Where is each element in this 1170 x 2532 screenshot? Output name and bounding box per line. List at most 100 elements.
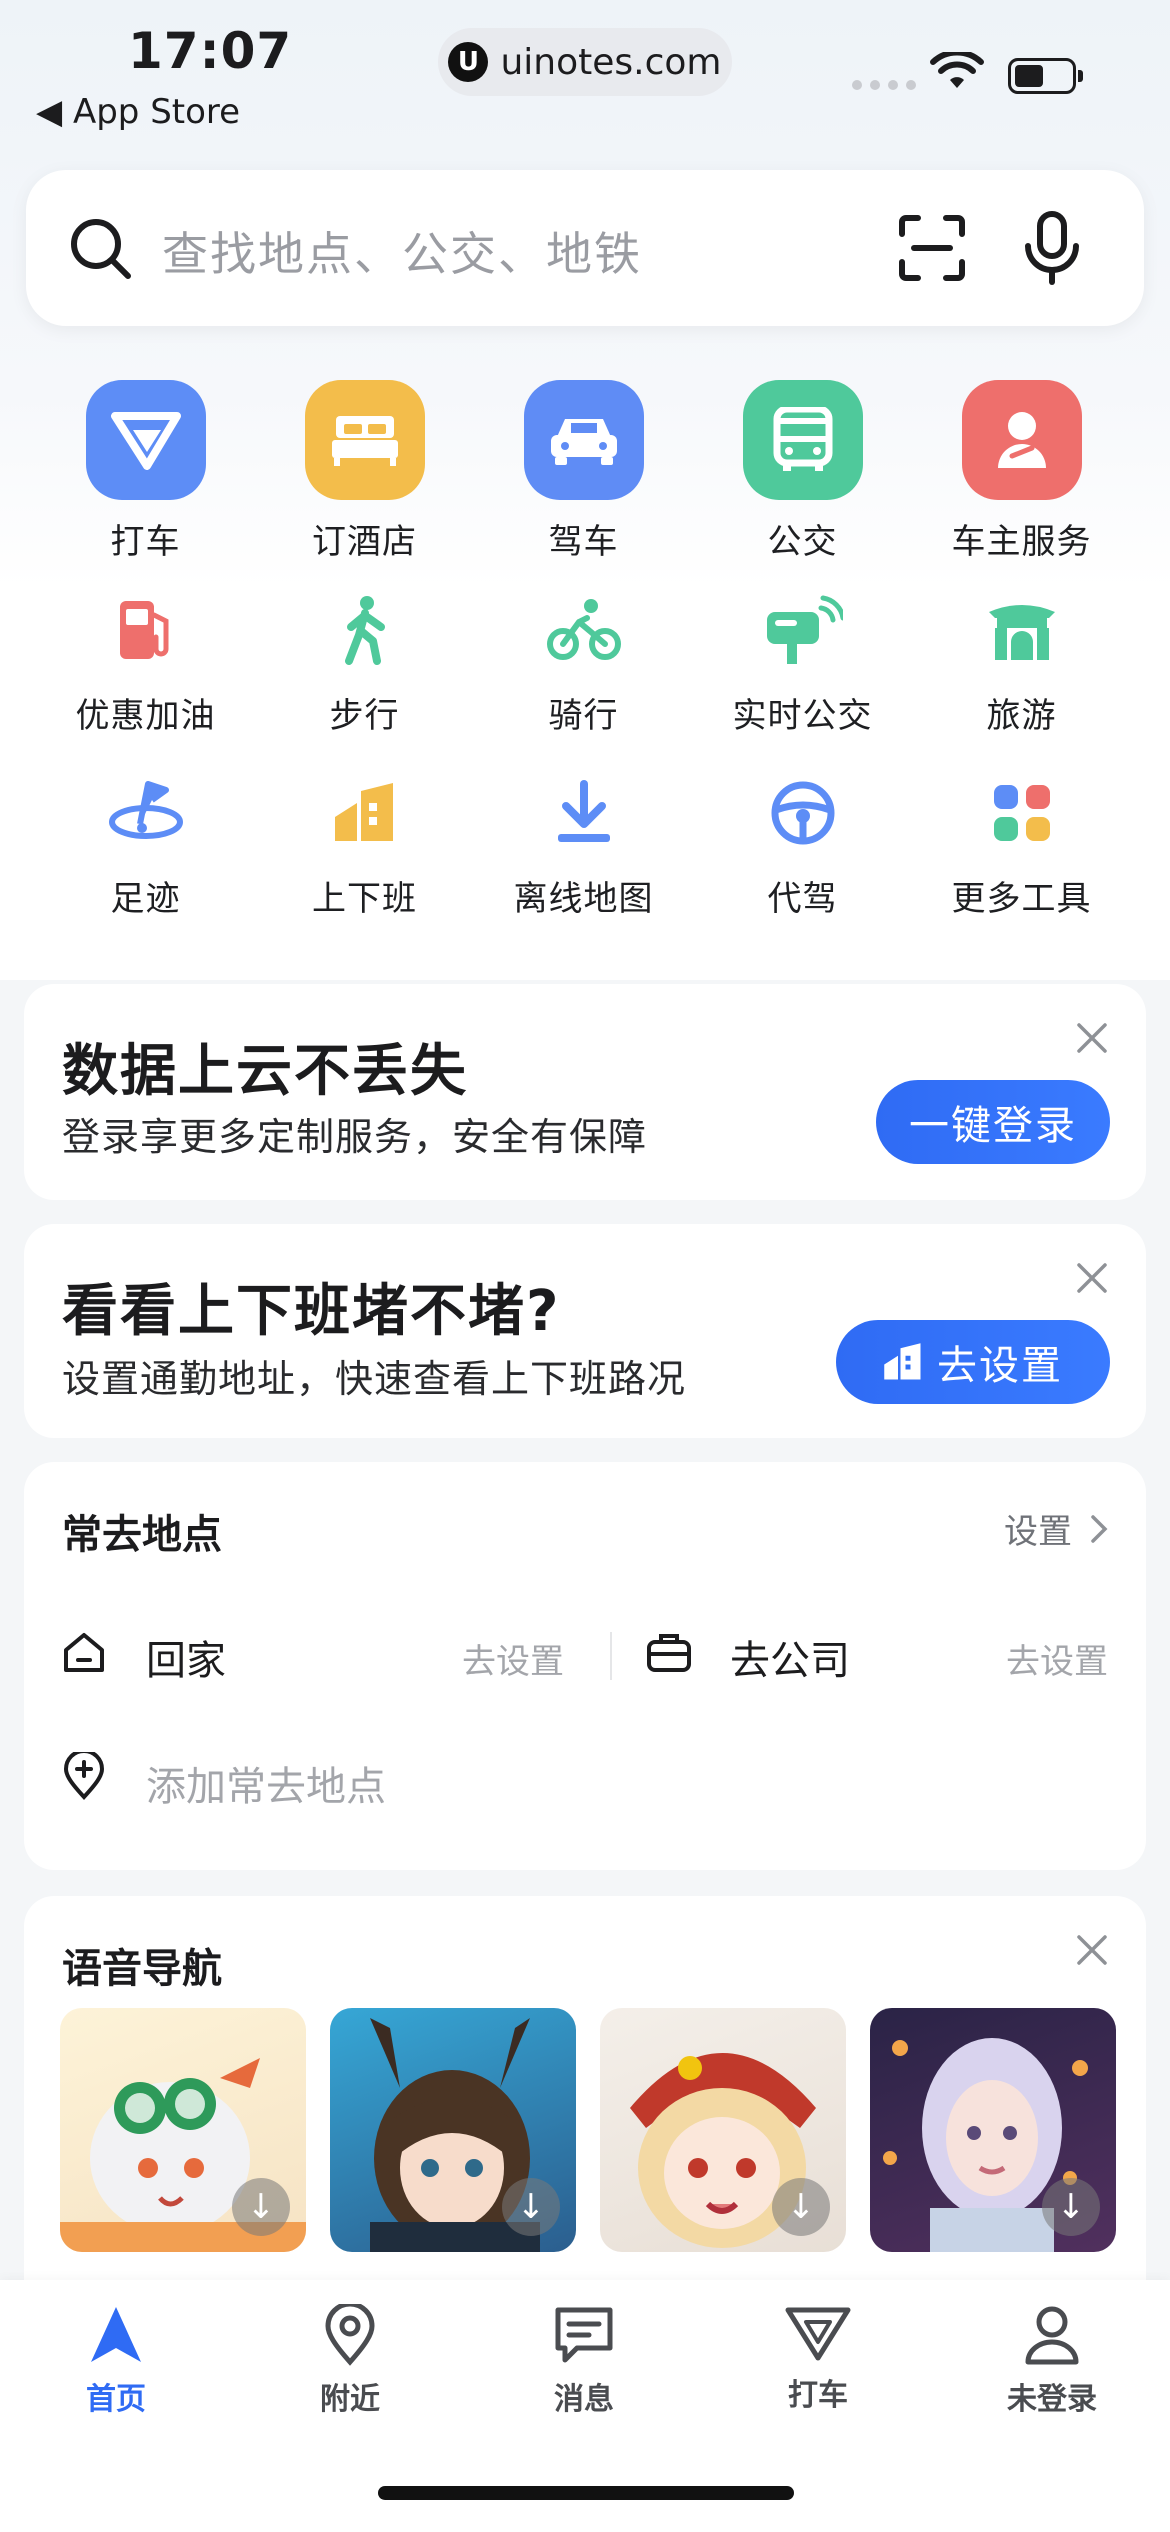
action-designated-driver[interactable]: 代驾 [693, 753, 912, 936]
download-icon[interactable]: ↓ [772, 2178, 830, 2236]
commute-card: 看看上下班堵不堵? 设置通勤地址，快速查看上下班路况 去设置 [24, 1224, 1146, 1438]
search-bar[interactable]: 查找地点、公交、地铁 [26, 170, 1144, 326]
more-tools-icon [982, 773, 1062, 853]
hotel-bed-icon [304, 380, 425, 500]
battery-icon [1008, 58, 1083, 94]
search-input[interactable]: 查找地点、公交、地铁 [162, 218, 642, 284]
card-title: 数据上云不丢失 [62, 1039, 468, 1104]
frequent-places-card: 常去地点 设置 回家 去设置 去公司 去设置 添加常去地点 [24, 1462, 1146, 1870]
user-icon [1025, 2306, 1079, 2365]
wifi-icon [930, 52, 984, 88]
home-work-row: 回家 去设置 去公司 去设置 [62, 1624, 1108, 1684]
voice-pack-list: ↓ ↓ ↓ ↓ [60, 2008, 1116, 2252]
settings-label: 设置 [1004, 1512, 1072, 1552]
microphone-icon[interactable] [1022, 210, 1082, 286]
tab-label: 首页 [86, 2382, 146, 2417]
one-click-login-button[interactable]: 一键登录 [876, 1080, 1110, 1164]
back-to-app[interactable]: ◀ App Store [36, 92, 240, 132]
footprint-flag-icon [106, 773, 186, 853]
cloud-login-card: 数据上云不丢失 登录享更多定制服务，安全有保障 一键登录 [24, 984, 1146, 1200]
card-subtitle: 登录享更多定制服务，安全有保障 [62, 1115, 648, 1159]
chevron-right-icon [1091, 1514, 1108, 1543]
walking-icon [325, 590, 405, 670]
steering-wheel-icon [763, 773, 843, 853]
taxi-icon [85, 380, 206, 500]
download-icon [544, 773, 624, 853]
home-set-link[interactable]: 去设置 [462, 1634, 564, 1683]
add-frequent-place[interactable]: 添加常去地点 [146, 1754, 386, 1812]
action-label: 车主服务 [951, 522, 1092, 562]
tab-label: 消息 [554, 2382, 614, 2417]
scan-icon[interactable] [896, 212, 968, 284]
fuel-pump-icon [106, 590, 186, 670]
action-label: 骑行 [548, 696, 619, 736]
action-cycle[interactable]: 骑行 [474, 570, 693, 753]
card-subtitle: 设置通勤地址，快速查看上下班路况 [62, 1357, 687, 1401]
tab-nearby[interactable]: 附近 [270, 2304, 430, 2418]
car-owner-icon [961, 380, 1082, 500]
action-label: 足迹 [110, 879, 181, 919]
action-fuel[interactable]: 优惠加油 [36, 570, 255, 753]
tab-messages[interactable]: 消息 [504, 2304, 664, 2418]
action-commute[interactable]: 上下班 [255, 753, 474, 936]
quick-actions-grid: 打车 订酒店 驾车 公交 车主服务 优惠加油 步行 骑行 实时公交 旅游 足迹 … [36, 380, 1136, 936]
close-icon[interactable] [1076, 1262, 1108, 1294]
travel-gate-icon [982, 590, 1062, 670]
bus-icon [742, 380, 863, 500]
voice-pack-thumbnail[interactable]: ↓ [60, 2008, 306, 2252]
action-taxi[interactable]: 打车 [36, 380, 255, 570]
download-icon[interactable]: ↓ [1042, 2178, 1100, 2236]
close-icon[interactable] [1076, 1022, 1108, 1054]
navigation-arrow-icon [91, 2307, 141, 2362]
action-offline-map[interactable]: 离线地图 [474, 753, 693, 936]
button-label: 去设置 [937, 1343, 1063, 1389]
tab-home[interactable]: 首页 [36, 2304, 196, 2418]
back-app-label: App Store [72, 92, 241, 132]
status-time: 17:07 [128, 22, 293, 80]
home-icon [64, 1633, 104, 1672]
realtime-bus-icon [763, 590, 843, 670]
action-label: 离线地图 [513, 879, 654, 919]
tab-profile[interactable]: 未登录 [972, 2304, 1132, 2418]
action-walk[interactable]: 步行 [255, 570, 474, 753]
add-location-icon [63, 1752, 105, 1800]
divider [610, 1632, 612, 1680]
work-set-link[interactable]: 去设置 [1006, 1634, 1108, 1683]
action-label: 驾车 [548, 522, 619, 562]
url-text: uinotes.com [500, 41, 722, 83]
voice-pack-thumbnail[interactable]: ↓ [600, 2008, 846, 2252]
tab-label: 附近 [320, 2382, 380, 2417]
action-car-owner[interactable]: 车主服务 [912, 380, 1131, 570]
action-more-tools[interactable]: 更多工具 [912, 753, 1131, 936]
tab-taxi[interactable]: 打车 [738, 2304, 898, 2414]
location-pin-icon [325, 2304, 375, 2366]
action-footprint[interactable]: 足迹 [36, 753, 255, 936]
work-label[interactable]: 去公司 [730, 1628, 850, 1686]
commute-building-icon [884, 1343, 921, 1380]
cycling-icon [544, 590, 624, 670]
home-label[interactable]: 回家 [146, 1628, 226, 1686]
commute-building-icon [325, 773, 405, 853]
go-settings-button[interactable]: 去设置 [836, 1320, 1110, 1404]
voice-pack-thumbnail[interactable]: ↓ [330, 2008, 576, 2252]
taxi-icon [785, 2307, 851, 2361]
tab-label: 未登录 [1007, 2382, 1097, 2417]
section-title: 语音导航 [62, 1946, 222, 1992]
voice-pack-thumbnail[interactable]: ↓ [870, 2008, 1116, 2252]
action-label: 步行 [329, 696, 400, 736]
action-label: 旅游 [986, 696, 1057, 736]
url-pill[interactable]: U uinotes.com [438, 28, 732, 96]
action-hotel[interactable]: 订酒店 [255, 380, 474, 570]
action-drive[interactable]: 驾车 [474, 380, 693, 570]
action-realtime-bus[interactable]: 实时公交 [693, 570, 912, 753]
voice-navigation-card: 语音导航 ↓ ↓ ↓ ↓ [24, 1896, 1146, 2316]
download-icon[interactable]: ↓ [232, 2178, 290, 2236]
close-icon[interactable] [1076, 1934, 1108, 1966]
download-icon[interactable]: ↓ [502, 2178, 560, 2236]
action-bus[interactable]: 公交 [693, 380, 912, 570]
action-label: 优惠加油 [75, 696, 216, 736]
action-travel[interactable]: 旅游 [912, 570, 1131, 753]
card-title: 看看上下班堵不堵? [62, 1279, 561, 1344]
search-icon [71, 219, 131, 279]
frequent-settings-link[interactable]: 设置 [1004, 1504, 1108, 1553]
